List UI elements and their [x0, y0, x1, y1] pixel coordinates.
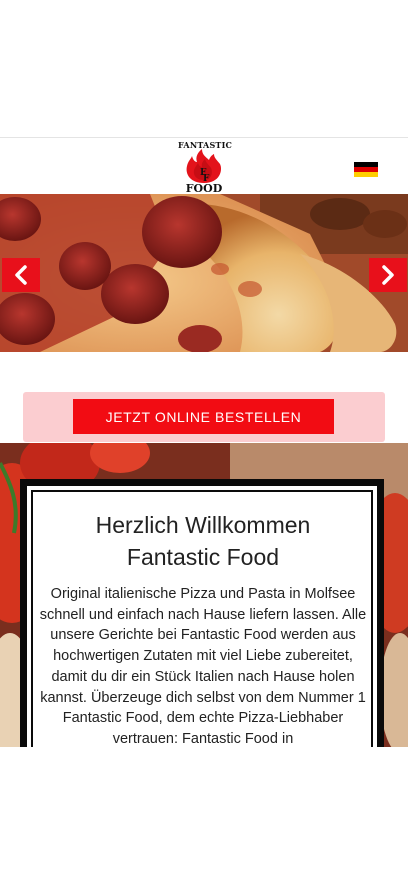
welcome-section: Herzlich Willkommen Fantastic Food Origi… [0, 443, 408, 747]
order-online-button[interactable]: JETZT ONLINE BESTELLEN [73, 399, 334, 434]
german-flag-icon[interactable] [354, 162, 378, 177]
chevron-left-icon [15, 265, 27, 285]
flag-stripe-gold [354, 172, 378, 177]
site-header: FANTASTIC F F FOOD [0, 138, 408, 195]
welcome-title: Herzlich Willkommen Fantastic Food [32, 509, 374, 573]
slider-prev-button[interactable] [2, 258, 40, 292]
chevron-right-icon [382, 265, 394, 285]
pizza-image [0, 194, 408, 352]
order-cta-band: JETZT ONLINE BESTELLEN [23, 392, 385, 442]
welcome-title-line2: Fantastic Food [126, 544, 280, 570]
welcome-description: Original italienische Pizza und Pasta in… [39, 586, 367, 747]
fantastic-food-logo[interactable]: FANTASTIC F F FOOD [178, 140, 232, 195]
welcome-title-line1: Herzlich Willkommen [95, 512, 311, 538]
welcome-content: Herzlich Willkommen Fantastic Food Origi… [32, 491, 374, 747]
flame-icon: F F [186, 149, 222, 184]
slider-next-button[interactable] [369, 258, 407, 292]
hero-slider[interactable] [0, 194, 408, 352]
